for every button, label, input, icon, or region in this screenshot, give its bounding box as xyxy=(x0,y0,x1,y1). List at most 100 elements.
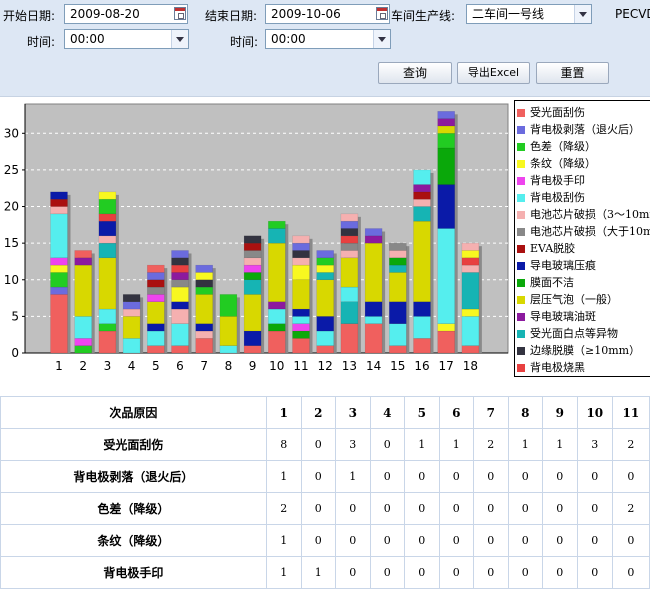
query-button[interactable]: 查询 xyxy=(378,62,452,84)
bar-segment xyxy=(461,264,480,273)
table-cell: 0 xyxy=(438,556,474,589)
start-time-select[interactable]: 00:00 xyxy=(64,29,189,49)
table-cell: 2 xyxy=(265,492,302,525)
x-tick-label: 11 xyxy=(293,359,308,373)
legend-label: 背电极烧黑 xyxy=(530,361,585,374)
x-tick-label: 1 xyxy=(55,359,63,373)
bar-segment xyxy=(389,272,407,302)
bar-segment xyxy=(292,242,310,251)
legend-item: 条纹（降级） xyxy=(517,155,596,172)
legend-item: 背电极手印 xyxy=(517,172,585,189)
table-cell: 0 xyxy=(403,460,440,493)
legend-item: 背电极烧黑 xyxy=(517,359,585,376)
row-header: 受光面刮伤 xyxy=(0,428,267,461)
legend-label: 色差（降级） xyxy=(530,140,596,153)
table-cell: 2 xyxy=(611,428,650,461)
column-header: 6 xyxy=(438,396,474,429)
defect-bar-chart: 0510152025301 2 3 4 5 6 7 8 9 10 11 12 13 14 15 16 17 18 xyxy=(4,103,509,373)
bar-segment xyxy=(268,301,286,310)
bar-segment xyxy=(413,169,431,185)
chevron-down-icon[interactable] xyxy=(373,30,390,48)
legend-label: 背电极手印 xyxy=(530,174,585,187)
bar-segment xyxy=(122,316,141,339)
chevron-down-icon[interactable] xyxy=(574,5,591,23)
calendar-icon[interactable] xyxy=(376,7,388,20)
bar-segment xyxy=(98,242,117,259)
reset-button[interactable]: 重置 xyxy=(536,62,609,84)
legend-label: 受光面白点等异物 xyxy=(530,327,618,340)
bar-segment xyxy=(316,345,334,354)
export-excel-button[interactable]: 导出Excel xyxy=(457,62,530,84)
bar-segment xyxy=(50,257,68,266)
bar-segment xyxy=(147,323,165,332)
bar-segment xyxy=(292,308,310,317)
bar-segment xyxy=(292,330,310,339)
bar-segment xyxy=(268,330,286,354)
bar-segment xyxy=(50,272,68,288)
chevron-down-icon[interactable] xyxy=(171,30,188,48)
bar-segment xyxy=(437,147,455,185)
bar-segment xyxy=(292,279,310,310)
table-cell: 0 xyxy=(403,524,440,557)
table-cell: 0 xyxy=(300,524,336,557)
x-tick-label: 2 xyxy=(79,359,87,373)
line-select[interactable]: 二车间一号线 xyxy=(466,4,592,24)
start-date-input[interactable]: 2009-08-20 xyxy=(64,4,188,24)
bar-segment xyxy=(389,257,407,266)
end-date-input[interactable]: 2009-10-06 xyxy=(265,4,390,24)
bar-segment xyxy=(340,286,359,302)
row-header: 条纹（降级） xyxy=(0,524,267,557)
legend-swatch xyxy=(517,143,525,151)
bar-segment xyxy=(364,301,383,317)
bar-segment xyxy=(219,345,238,354)
bar-segment xyxy=(316,316,334,332)
filter-panel: 开始日期: 2009-08-20 结束日期: 2009-10-06 车间生产线:… xyxy=(0,0,650,96)
bar-segment xyxy=(437,125,455,134)
bar-segment xyxy=(316,279,334,317)
table-cell: 1 xyxy=(507,428,543,461)
bar-segment xyxy=(195,338,213,354)
table-row: 背电极手印 1 1 0 0 0 0 0 0 0 0 0 xyxy=(0,556,650,589)
legend-swatch xyxy=(517,160,525,168)
column-header: 4 xyxy=(369,396,405,429)
bar-segment xyxy=(413,191,431,200)
column-header: 5 xyxy=(403,396,440,429)
legend-item: 边缘脱膜（≥10mm） xyxy=(517,342,640,359)
bar-segment xyxy=(74,250,92,259)
bar-segment xyxy=(147,294,165,302)
x-tick-label: 9 xyxy=(249,359,257,373)
table-row: 受光面刮伤 8 0 3 0 1 1 2 1 1 3 2 xyxy=(0,428,650,461)
table-cell: 1 xyxy=(438,428,474,461)
table-header-row: 次品原因 1 2 3 4 5 6 7 8 9 10 11 xyxy=(0,396,650,429)
y-tick-label: 20 xyxy=(4,200,19,214)
bar-segment xyxy=(171,257,189,266)
start-date-value: 2009-08-20 xyxy=(70,7,140,21)
x-tick-label: 13 xyxy=(342,359,357,373)
bar-segment xyxy=(389,242,407,251)
bar-segment xyxy=(437,118,455,127)
legend-label: 膜面不洁 xyxy=(530,276,574,289)
line-label: 车间生产线: xyxy=(391,9,456,23)
column-header: 8 xyxy=(507,396,543,429)
legend-item: 背电极剥落（退火后） xyxy=(517,121,640,138)
bar-segment xyxy=(171,345,189,354)
bar-segment xyxy=(437,111,455,119)
bar-segment xyxy=(413,198,431,207)
table-cell: 0 xyxy=(438,524,474,557)
bar-segment xyxy=(50,198,68,207)
bar-segment xyxy=(98,257,117,310)
calendar-icon[interactable] xyxy=(174,7,186,20)
extra-label: PECVD xyxy=(615,7,650,21)
y-tick-label: 25 xyxy=(4,163,19,177)
bar-segment xyxy=(316,272,334,281)
bar-segment xyxy=(268,242,286,302)
bar-segment xyxy=(195,264,213,273)
table-cell: 0 xyxy=(369,492,405,525)
end-time-select[interactable]: 00:00 xyxy=(265,29,391,49)
bar-segment xyxy=(268,220,286,229)
bar-segment xyxy=(171,301,189,310)
x-tick-label: 12 xyxy=(318,359,333,373)
table-cell: 1 xyxy=(403,428,440,461)
bar-segment xyxy=(389,301,407,324)
bar-segment xyxy=(316,257,334,266)
